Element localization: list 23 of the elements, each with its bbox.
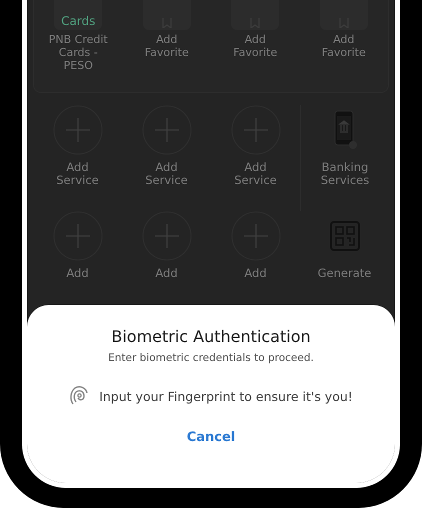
add-service-icon[interactable] xyxy=(230,105,280,155)
favorite-label: PNB Credit Cards - PESO xyxy=(48,33,109,72)
add-service-icon[interactable] xyxy=(142,105,192,155)
service-label: Add xyxy=(154,267,179,280)
cancel-button[interactable]: Cancel xyxy=(178,428,244,447)
service-label: Generate xyxy=(316,267,372,280)
favorite-label: Add Favorite xyxy=(320,33,367,59)
service-label: Add Service xyxy=(233,161,278,187)
add-service-icon[interactable] xyxy=(230,211,280,261)
add-service-icon[interactable] xyxy=(52,105,102,155)
service-label: Add xyxy=(65,267,90,280)
favorite-label: Add Favorite xyxy=(144,33,190,59)
fingerprint-prompt: Input your Fingerprint to ensure it's you! xyxy=(99,388,353,404)
add-service-icon[interactable] xyxy=(52,211,102,261)
dialog-title: Biometric Authentication xyxy=(111,327,311,346)
service-label: Add xyxy=(243,267,268,280)
service-label: Add Service xyxy=(144,161,189,187)
service-label: Add Service xyxy=(55,161,100,187)
service-label: Banking Services xyxy=(320,161,370,187)
dialog-subtitle: Enter biometric credentials to proceed. xyxy=(108,352,314,364)
favorite-label: Add Favorite xyxy=(232,33,278,59)
add-service-icon[interactable] xyxy=(142,211,192,261)
card-tile[interactable]: Cards xyxy=(54,0,102,30)
